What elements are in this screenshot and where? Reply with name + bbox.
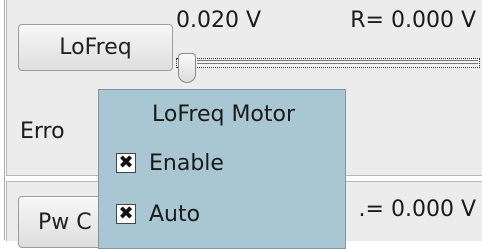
lofreq-voltage-readout: 0.020 V — [176, 8, 262, 33]
lofreq-slider-thumb[interactable] — [178, 53, 196, 83]
auto-checkbox[interactable]: ✖ — [116, 204, 136, 224]
lofreq-r-readout: R= 0.000 V — [350, 8, 476, 33]
enable-label: Enable — [149, 150, 224, 176]
menu-item-auto[interactable]: ✖ Auto — [116, 200, 200, 228]
menu-item-enable[interactable]: ✖ Enable — [116, 149, 224, 177]
lofreq-button[interactable]: LoFreq — [18, 24, 173, 71]
lofreq-slider-groove — [197, 60, 478, 64]
enable-checkbox[interactable]: ✖ — [116, 153, 136, 173]
lofreq-motor-menu: LoFreq Motor ✖ Enable ✖ Auto — [98, 89, 346, 249]
auto-label: Auto — [149, 201, 201, 227]
error-label: Erro — [20, 119, 65, 144]
menu-title: LoFreq Motor — [152, 102, 296, 127]
pw-r-readout: .= 0.000 V — [358, 197, 476, 222]
